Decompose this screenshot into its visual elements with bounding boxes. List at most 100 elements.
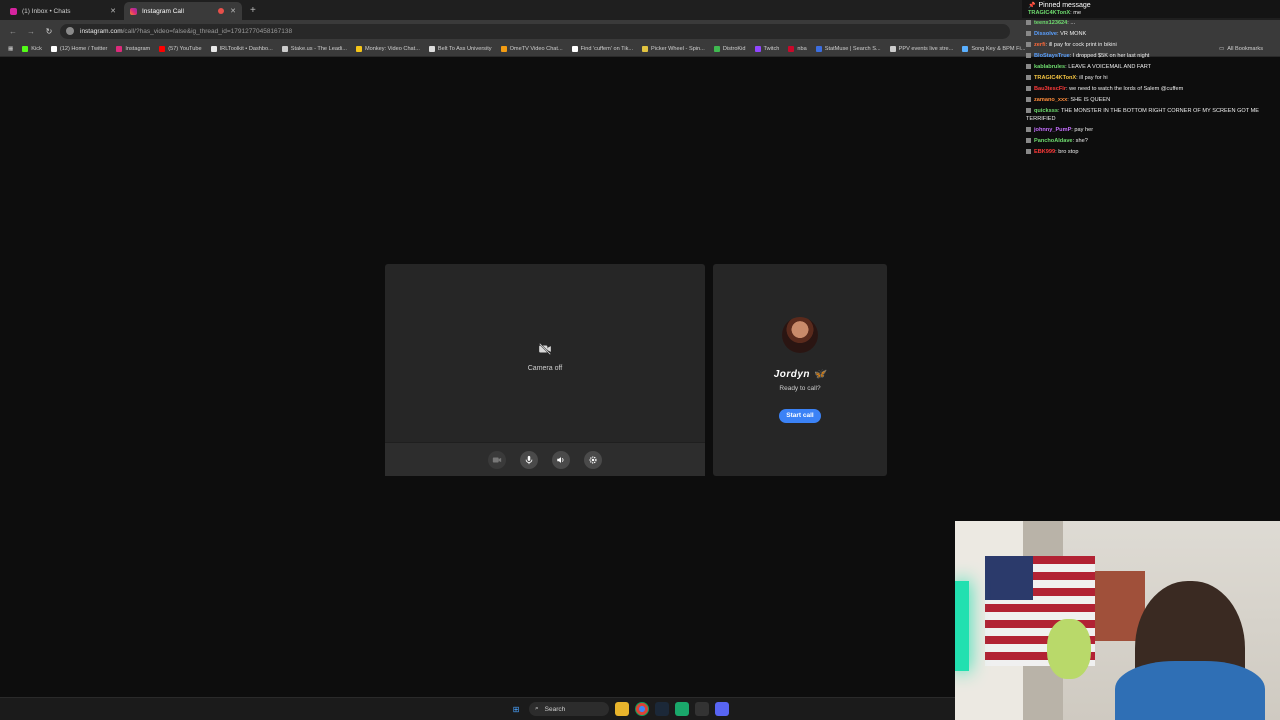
green-app-icon[interactable] bbox=[675, 702, 689, 716]
bookmark-favicon bbox=[428, 46, 435, 52]
start-call-button[interactable]: Start call bbox=[779, 409, 821, 423]
chrome-icon[interactable] bbox=[635, 702, 649, 716]
forward-arrow-icon[interactable]: → bbox=[24, 24, 38, 38]
speaker-toggle-button[interactable] bbox=[552, 450, 570, 469]
bookmark-item[interactable]: Kick bbox=[22, 46, 42, 52]
recording-indicator-icon bbox=[218, 8, 225, 14]
bookmark-item[interactable]: Stake.us - The Leadi... bbox=[281, 46, 347, 52]
bookmark-item[interactable]: Monkey: Video Chat... bbox=[355, 46, 420, 52]
camera-toggle-button[interactable] bbox=[488, 450, 506, 469]
bookmark-label: PPV events live stre... bbox=[898, 46, 954, 52]
chat-username: PanchoAldave bbox=[1034, 138, 1073, 145]
file-explorer-icon[interactable] bbox=[615, 702, 629, 716]
bookmark-favicon bbox=[815, 46, 822, 52]
bookmark-label: Picker Wheel - Spin... bbox=[651, 46, 705, 52]
close-tab-icon[interactable]: ✕ bbox=[230, 7, 236, 15]
chat-message: johnny_PumP: pay her bbox=[1022, 125, 1280, 136]
chat-username: teenx123624 bbox=[1034, 20, 1068, 27]
peer-tile: Jordyn 🦋 Ready to call? Start call bbox=[713, 264, 887, 476]
bookmark-favicon bbox=[50, 46, 57, 52]
windows-start-icon[interactable]: ⊞ bbox=[509, 702, 523, 716]
pinned-text: TRAGIC4KTonX: me bbox=[1028, 10, 1274, 16]
chat-message: Bau3tescFlr: we need to watch the lords … bbox=[1022, 84, 1280, 95]
bookmark-label: Instagram bbox=[125, 46, 151, 52]
chat-text: : VR MONK bbox=[1057, 31, 1087, 38]
bookmark-favicon bbox=[210, 46, 217, 52]
camera-off-icon bbox=[539, 343, 551, 355]
microphone-toggle-button[interactable] bbox=[520, 450, 538, 469]
call-controls bbox=[385, 442, 705, 476]
bookmark-favicon bbox=[355, 46, 362, 52]
bookmark-item[interactable]: Song Key & BPM Fi... bbox=[962, 46, 1025, 52]
chat-username: Dissolve bbox=[1034, 31, 1058, 38]
bookmark-item[interactable]: Belt To Ass University bbox=[428, 46, 492, 52]
taskbar: ⊞ ⌕ Search bbox=[0, 697, 955, 720]
chat-text: : THE MONSTER IN THE BOTTOM RIGHT CORNER… bbox=[1026, 108, 1260, 123]
tab-instagram-call[interactable]: Instagram Call ✕ bbox=[124, 2, 242, 20]
bookmark-label: nba bbox=[797, 46, 807, 52]
bookmark-favicon bbox=[159, 46, 166, 52]
chat-message: zerfi: ill pay for cock print in bikini bbox=[1022, 40, 1280, 51]
bookmark-item[interactable]: OmeTV Video Chat... bbox=[500, 46, 563, 52]
bookmark-label: OmeTV Video Chat... bbox=[509, 46, 563, 52]
bookmark-item[interactable]: Picker Wheel - Spin... bbox=[642, 46, 705, 52]
chat-username: EBK999 bbox=[1034, 149, 1056, 156]
tab-title: Instagram Call bbox=[142, 7, 184, 15]
back-arrow-icon[interactable]: ← bbox=[6, 24, 20, 38]
chat-text: : ill pay for cock print in bikini bbox=[1045, 42, 1117, 49]
bookmark-item[interactable]: (57) YouTube bbox=[159, 46, 202, 52]
bookmark-label: Stake.us - The Leadi... bbox=[290, 46, 347, 52]
new-tab-button[interactable]: + bbox=[244, 2, 262, 20]
obs-icon[interactable] bbox=[695, 702, 709, 716]
bookmark-favicon bbox=[281, 46, 288, 52]
reload-icon[interactable]: ↻ bbox=[42, 24, 56, 38]
speaker-icon bbox=[557, 456, 564, 463]
neon-light bbox=[955, 581, 969, 671]
peer-status: Ready to call? bbox=[779, 385, 821, 392]
chat-text: : LEAVE A VOICEMAIL AND FART bbox=[1065, 64, 1152, 71]
bookmark-favicon bbox=[754, 46, 761, 52]
streamer-webcam bbox=[955, 521, 1280, 720]
site-info-icon[interactable] bbox=[66, 27, 74, 35]
close-tab-icon[interactable]: ✕ bbox=[110, 7, 116, 15]
url-field[interactable]: instagram.com /call/?has_video=false&ig_… bbox=[60, 23, 1010, 39]
bookmark-item[interactable]: DistroKid bbox=[713, 46, 746, 52]
tab-inbox-chats[interactable]: (1) Inbox • Chats ✕ bbox=[4, 2, 122, 20]
bookmark-favicon bbox=[713, 46, 720, 52]
chat-text: : ... bbox=[1067, 20, 1076, 27]
chat-text: : she? bbox=[1072, 138, 1088, 145]
chat-username: kablabrules bbox=[1034, 64, 1066, 71]
chat-message: teenx123624: ... bbox=[1022, 18, 1280, 29]
bookmark-label: Find 'cuffem' on Tik... bbox=[580, 46, 634, 52]
steam-icon[interactable] bbox=[655, 702, 669, 716]
chat-badge-icon bbox=[1026, 75, 1031, 81]
taskbar-apps: ⊞ ⌕ Search bbox=[509, 702, 729, 716]
bookmark-item[interactable]: Twitch bbox=[754, 46, 779, 52]
settings-button[interactable] bbox=[584, 450, 602, 469]
chat-message: zamano_xxx: SHE IS QUEEN bbox=[1022, 95, 1280, 106]
chat-username: zamano_xxx bbox=[1034, 97, 1068, 104]
peer-avatar bbox=[782, 317, 818, 353]
gear-icon bbox=[589, 455, 597, 464]
chat-badge-icon bbox=[1026, 53, 1031, 59]
bookmark-favicon bbox=[571, 46, 578, 52]
search-icon: ⌕ bbox=[535, 705, 539, 712]
bookmark-item[interactable]: StatMuse | Search S... bbox=[815, 46, 881, 52]
chat-username: TRAGIC4KTonX bbox=[1028, 10, 1071, 16]
bookmark-item[interactable]: Instagram bbox=[116, 46, 150, 52]
bookmark-label: Kick bbox=[31, 46, 42, 52]
bookmark-item[interactable]: nba bbox=[788, 46, 807, 52]
bookmark-item[interactable]: (12) Home / Twitter bbox=[50, 46, 107, 52]
bookmark-item[interactable]: IRLToolkit • Dashbo... bbox=[210, 46, 273, 52]
chat-badge-icon bbox=[1026, 20, 1031, 26]
taskbar-search[interactable]: ⌕ Search bbox=[529, 702, 609, 716]
chat-message: TRAGIC4KTonX: ill pay for hi bbox=[1022, 73, 1280, 84]
bookmark-item[interactable]: Find 'cuffem' on Tik... bbox=[571, 46, 634, 52]
bookmark-item[interactable]: PPV events live stre... bbox=[889, 46, 954, 52]
camera-off-indicator: Camera off bbox=[385, 342, 705, 372]
apps-grid-icon[interactable]: ▦ bbox=[8, 46, 13, 52]
chat-message: kablabrules: LEAVE A VOICEMAIL AND FART bbox=[1022, 62, 1280, 73]
discord-icon[interactable] bbox=[715, 702, 729, 716]
url-host: instagram.com bbox=[80, 27, 123, 35]
chat-message: BloStaysTrue: I dropped $5K on her last … bbox=[1022, 51, 1280, 62]
